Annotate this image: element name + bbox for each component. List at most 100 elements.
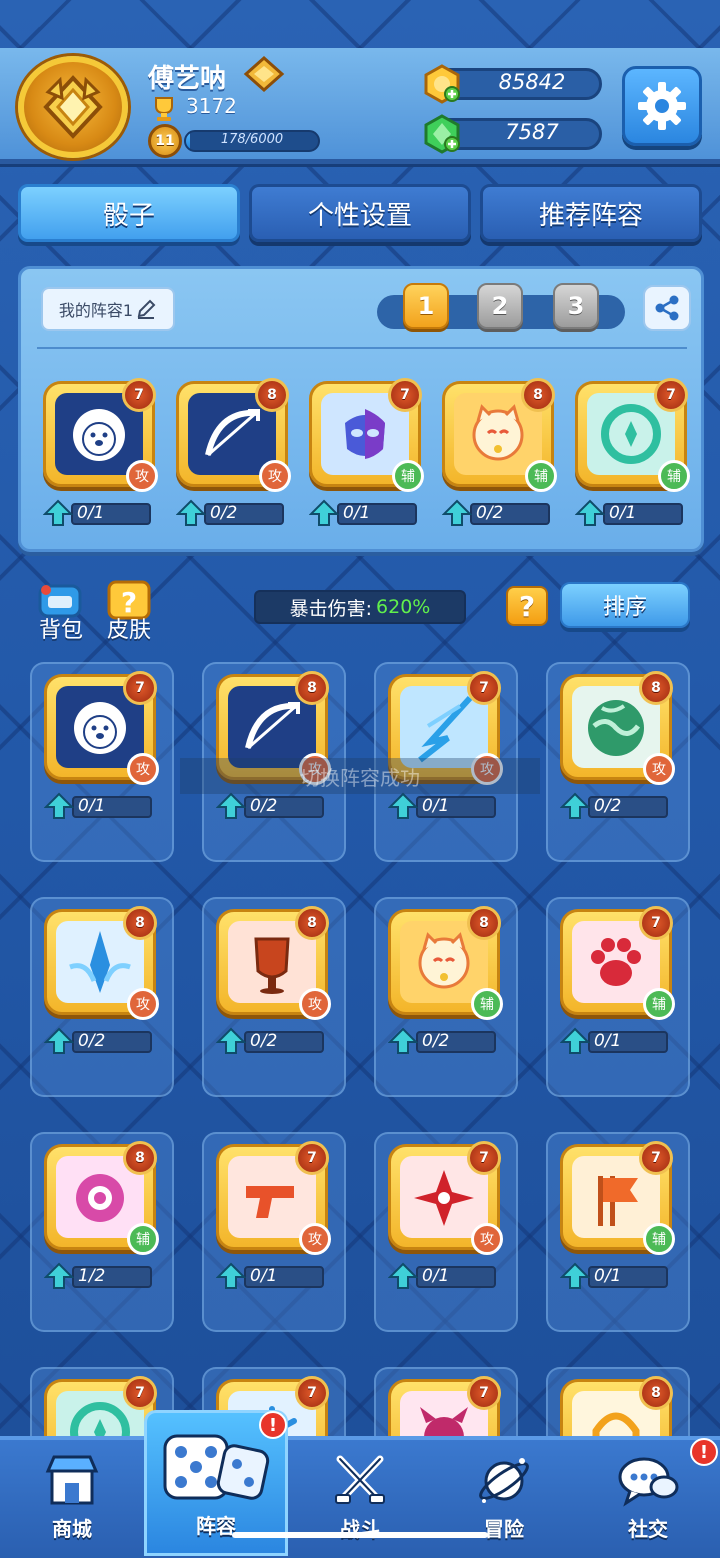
dice-level-badge: 8: [639, 1376, 673, 1410]
dice-level-badge: 7: [123, 1376, 157, 1410]
dice-level-badge: 7: [295, 1141, 329, 1175]
sort-button[interactable]: 排序: [560, 582, 690, 628]
dice-frame: 7攻: [44, 671, 159, 785]
upgrade-progress: 0/1: [575, 499, 687, 527]
dice-type-badge: 攻: [127, 988, 159, 1020]
dice-card-poison[interactable]: 8攻 0/2: [556, 668, 676, 826]
player-avatar[interactable]: [18, 56, 128, 158]
dice-frame: 7辅: [575, 378, 690, 492]
deck-slot-3[interactable]: 3: [553, 283, 599, 329]
upgrade-arrow-icon: [44, 1262, 74, 1289]
planet-icon: [479, 1458, 529, 1503]
crit-damage-label: 暴击伤害:: [289, 597, 373, 620]
xp-text: 178/6000: [220, 132, 284, 147]
upgrade-progress: 0/1: [560, 1027, 672, 1055]
dice-card-bow[interactable]: 8攻 0/2: [172, 375, 292, 533]
deck-panel: 我的阵容1 1 2 3 7攻 0/1 8攻 0/2 7 辅 0/1 8 辅 0/…: [18, 266, 704, 552]
dice-level-badge: 7: [467, 1376, 501, 1410]
dice-icon: [163, 1434, 270, 1500]
dice-level-badge: 7: [467, 671, 501, 705]
dice-card-wind[interactable]: 7辅 0/1: [571, 375, 691, 533]
nav-shop[interactable]: 商城: [0, 1440, 144, 1556]
dice-card-lightning[interactable]: 7攻 0/1: [384, 668, 504, 826]
deck-slot-1[interactable]: 1: [403, 283, 449, 329]
dice-card-ice-shard[interactable]: 8攻 0/2: [40, 903, 160, 1061]
settings-button[interactable]: [622, 66, 702, 146]
dice-type-badge: 攻: [643, 753, 675, 785]
nav-adventure[interactable]: 冒险: [432, 1440, 576, 1556]
dice-type-badge: 辅: [643, 1223, 675, 1255]
dice-frame: 7辅: [560, 906, 675, 1020]
dice-frame: 8辅: [388, 906, 503, 1020]
progress-text: 0/2: [594, 796, 622, 816]
dice-card-lion[interactable]: 7攻 0/1: [39, 375, 159, 533]
upgrade-progress: 1/2: [44, 1262, 156, 1290]
dice-card-lucky-cat[interactable]: 8辅 0/2: [384, 903, 504, 1061]
dice-card-lucky-cat[interactable]: 8辅 0/2: [438, 375, 558, 533]
help-button[interactable]: ?: [506, 586, 548, 626]
upgrade-progress: 0/1: [216, 1262, 328, 1290]
tab-recommended-lineup[interactable]: 推荐阵容: [480, 184, 702, 242]
dice-level-badge: 8: [123, 1141, 157, 1175]
dice-frame: 7攻: [43, 378, 158, 492]
dice-card-eye[interactable]: 8辅 1/2: [40, 1138, 160, 1296]
upgrade-progress: 0/1: [560, 1262, 672, 1290]
coin-icon[interactable]: [422, 64, 462, 104]
dice-frame: 8攻: [44, 906, 159, 1020]
trophy-count: 3172: [186, 94, 237, 118]
progress-text: 0/1: [422, 1266, 450, 1286]
dice-frame: 7攻: [388, 1141, 503, 1255]
progress-text: 0/2: [250, 1031, 278, 1051]
chat-icon: [618, 1457, 679, 1507]
dice-level-badge: 7: [388, 378, 422, 412]
dice-card-lion[interactable]: 7攻 0/1: [40, 668, 160, 826]
upgrade-progress: 0/1: [309, 499, 421, 527]
gem-value: 7587: [505, 120, 559, 144]
dice-level-badge: 7: [122, 378, 156, 412]
dice-card-mask[interactable]: 7 辅 0/1: [305, 375, 425, 533]
upgrade-arrow-icon: [388, 1262, 418, 1289]
tab-dice[interactable]: 骰子: [18, 184, 240, 242]
share-button[interactable]: [643, 285, 691, 331]
tab-personal-settings[interactable]: 个性设置: [249, 184, 471, 242]
deck-name: 我的阵容1: [58, 301, 134, 320]
upgrade-arrow-icon: [216, 792, 246, 819]
dice-card-bow[interactable]: 8攻 0/2: [212, 668, 332, 826]
dice-card-shuriken[interactable]: 7攻 0/1: [384, 1138, 504, 1296]
dice-type-badge: 辅: [392, 460, 424, 492]
dice-frame: 8攻: [216, 906, 331, 1020]
upgrade-progress: 0/2: [216, 792, 328, 820]
trophy-icon: [155, 97, 173, 121]
deck-slot-2[interactable]: 2: [477, 283, 523, 329]
progress-text: 0/2: [250, 796, 278, 816]
dice-type-badge: 攻: [299, 1223, 331, 1255]
dice-type-badge: 辅: [658, 460, 690, 492]
dice-level-badge: 8: [521, 378, 555, 412]
upgrade-arrow-icon: [442, 499, 472, 526]
dice-card-shield[interactable]: 8攻 0/2: [212, 903, 332, 1061]
dice-card-gun[interactable]: 7攻 0/1: [212, 1138, 332, 1296]
dice-frame: 7攻: [216, 1141, 331, 1255]
dice-type-badge: 攻: [471, 1223, 503, 1255]
upgrade-progress: 0/2: [44, 1027, 156, 1055]
upgrade-progress: 0/2: [176, 499, 288, 527]
toast-message: 切换阵容成功: [180, 758, 540, 794]
progress-text: 0/1: [343, 503, 371, 523]
upgrade-arrow-icon: [44, 1027, 74, 1054]
dice-card-flag[interactable]: 7 辅 0/1: [556, 1138, 676, 1296]
nav-lineup-label: 阵容: [196, 1514, 236, 1538]
progress-text: 0/1: [250, 1266, 278, 1286]
nav-shop-label: 商城: [52, 1517, 92, 1541]
dice-card-paw[interactable]: 7辅 0/1: [556, 903, 676, 1061]
gem-icon[interactable]: [422, 114, 462, 154]
upgrade-arrow-icon: [560, 1262, 590, 1289]
deck-divider: [37, 347, 687, 349]
upgrade-arrow-icon: [43, 499, 73, 526]
backpack-button[interactable]: 背包: [34, 580, 88, 643]
dice-level-badge: 7: [639, 1141, 673, 1175]
skins-button[interactable]: ? 皮肤: [102, 580, 156, 643]
deck-name-button[interactable]: 我的阵容1: [41, 287, 175, 331]
share-icon: [655, 295, 679, 321]
upgrade-progress: 0/1: [388, 792, 500, 820]
nav-battle[interactable]: 战斗: [288, 1440, 432, 1556]
